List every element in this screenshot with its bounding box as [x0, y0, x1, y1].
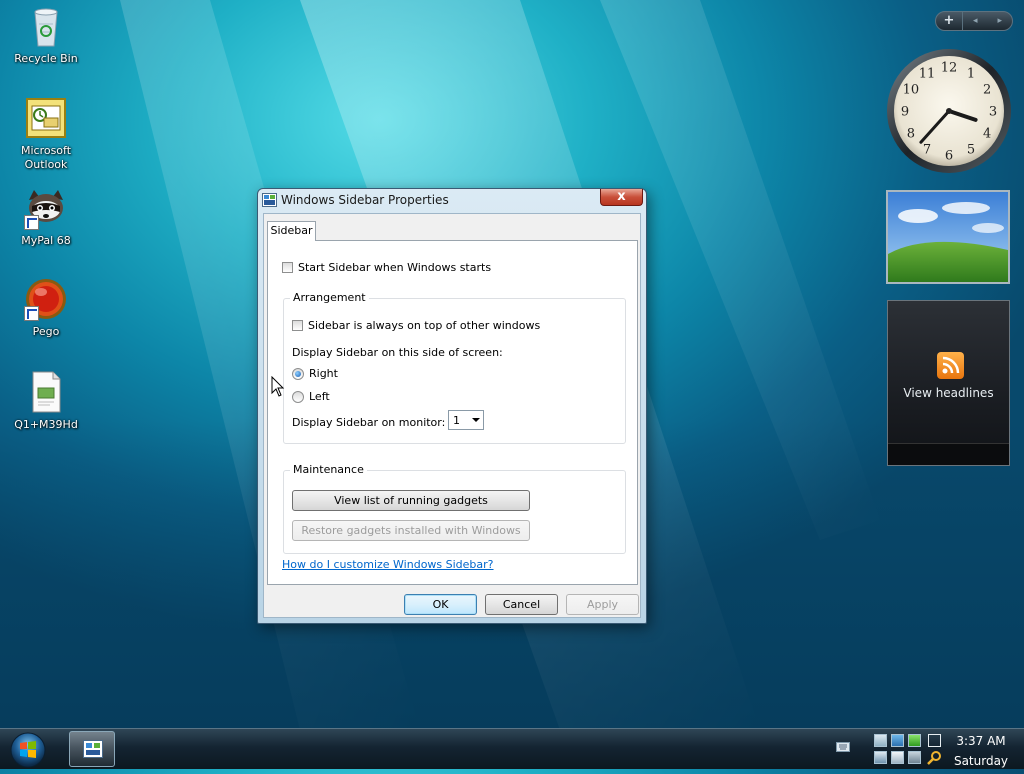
- arrangement-legend: Arrangement: [290, 291, 369, 304]
- maintenance-legend: Maintenance: [290, 463, 367, 476]
- apply-button[interactable]: Apply: [566, 594, 639, 615]
- pego-icon: [24, 277, 68, 321]
- feed-headlines-gadget[interactable]: View headlines: [887, 300, 1010, 466]
- monitor-select[interactable]: 1: [448, 410, 484, 430]
- dialog-titlebar[interactable]: Windows Sidebar Properties x: [258, 189, 646, 211]
- slideshow-gadget[interactable]: [886, 190, 1010, 284]
- monitor-label: Display Sidebar on monitor:: [292, 416, 446, 429]
- always-on-top-checkbox[interactable]: [292, 320, 303, 331]
- search-icon[interactable]: [927, 750, 942, 765]
- start-with-windows-checkbox[interactable]: [282, 262, 293, 273]
- desktop-icon-recycle-bin[interactable]: Recycle Bin: [5, 4, 87, 66]
- side-left-label: Left: [309, 390, 330, 403]
- previous-page-button[interactable]: ◂: [963, 16, 988, 26]
- always-on-top-label: Sidebar is always on top of other window…: [308, 319, 541, 332]
- side-left-option[interactable]: Left: [292, 390, 330, 403]
- desktop-icon-mypal[interactable]: MyPal 68: [5, 186, 87, 248]
- cancel-button[interactable]: Cancel: [485, 594, 558, 615]
- side-right-radio[interactable]: [292, 367, 304, 380]
- view-headlines-link[interactable]: View headlines: [888, 386, 1009, 400]
- security-check-icon[interactable]: [908, 734, 921, 747]
- clock-numeral: 11: [919, 66, 936, 81]
- maintenance-group: Maintenance View list of running gadgets…: [283, 463, 626, 554]
- side-of-screen-prompt: Display Sidebar on this side of screen:: [292, 346, 503, 359]
- document-icon: [24, 370, 68, 414]
- keyboard-icon[interactable]: [836, 742, 850, 752]
- desktop-icon-label: Recycle Bin: [14, 52, 78, 65]
- start-with-windows-label: Start Sidebar when Windows starts: [298, 261, 492, 274]
- add-gadget-button[interactable]: +: [936, 12, 963, 30]
- dialog-client-area: Sidebar Start Sidebar when Windows start…: [263, 213, 641, 618]
- notes-tray-icon[interactable]: [891, 751, 904, 764]
- shortcut-arrow-icon: [24, 215, 39, 230]
- clock-numeral: 5: [967, 143, 975, 158]
- clock-numeral: 3: [989, 105, 997, 120]
- sidebar-tray-icon[interactable]: [891, 734, 904, 747]
- chevron-down-icon: [472, 418, 480, 422]
- clock-numeral: 9: [901, 105, 909, 120]
- help-link[interactable]: How do I customize Windows Sidebar?: [282, 558, 494, 571]
- arrangement-group: Arrangement Sidebar is always on top of …: [283, 291, 626, 444]
- recycle-bin-icon: [24, 4, 68, 48]
- view-running-gadgets-button[interactable]: View list of running gadgets: [292, 490, 530, 511]
- mouse-cursor-icon: [271, 376, 285, 397]
- clock-numeral: 7: [923, 143, 931, 158]
- desktop-icon-label: Pego: [32, 325, 60, 338]
- mypal-icon: [24, 186, 68, 230]
- sidebar-app-icon: [83, 740, 103, 758]
- restore-gadgets-button[interactable]: Restore gadgets installed with Windows: [292, 520, 530, 541]
- desktop-icon-label: MyPal 68: [21, 234, 71, 247]
- side-right-label: Right: [309, 367, 338, 380]
- network-tray-icon[interactable]: [874, 734, 887, 747]
- monitor-select-value: 1: [453, 414, 460, 427]
- clock-numeral: 12: [941, 61, 958, 76]
- side-left-radio[interactable]: [292, 390, 304, 403]
- desktop-icon-label: Q1+M39Hd: [14, 418, 78, 431]
- outlook-icon: [24, 96, 68, 140]
- shortcut-arrow-icon: [24, 306, 39, 321]
- slideshow-picture: [888, 192, 1008, 282]
- start-button[interactable]: [8, 731, 48, 771]
- desktop-icon-outlook[interactable]: Microsoft Outlook: [5, 96, 87, 172]
- taskbar-clock[interactable]: 3:37 AM Saturday: [947, 731, 1015, 771]
- clock-numeral: 2: [983, 83, 991, 98]
- rss-feed-icon: [937, 352, 964, 379]
- sidebar-properties-dialog: Windows Sidebar Properties x Sidebar Sta…: [257, 188, 647, 624]
- document-tray-icon[interactable]: [874, 751, 887, 764]
- clock-numeral: 4: [983, 127, 991, 142]
- desktop-icon-document[interactable]: Q1+M39Hd: [5, 370, 87, 432]
- desktop-icon-label: Microsoft Outlook: [20, 144, 72, 171]
- next-page-button[interactable]: ▸: [988, 16, 1013, 26]
- always-on-top-option[interactable]: Sidebar is always on top of other window…: [292, 319, 540, 332]
- dialog-title: Windows Sidebar Properties: [281, 193, 449, 207]
- sidebar-gadget-controls: + ◂ ▸: [935, 11, 1013, 31]
- ok-button[interactable]: OK: [404, 594, 477, 615]
- desktop-icon-pego[interactable]: Pego: [5, 277, 87, 339]
- close-button[interactable]: x: [600, 189, 643, 206]
- clock-numeral: 10: [903, 83, 920, 98]
- tab-sidebar[interactable]: Sidebar: [267, 221, 316, 241]
- display-tray-icon[interactable]: [928, 734, 941, 747]
- clock-numeral: 1: [967, 66, 975, 81]
- clock-gadget[interactable]: 12 1 2 3 4 5 6 7 8 9 10 11: [886, 48, 1012, 174]
- sidebar-tab-panel: Start Sidebar when Windows starts Arrang…: [267, 240, 638, 585]
- taskbar-time: 3:37 AM: [956, 734, 1006, 748]
- sidebar-app-icon: [262, 193, 277, 207]
- taskbar-day: Saturday: [953, 754, 1009, 768]
- start-with-windows-option[interactable]: Start Sidebar when Windows starts: [282, 261, 491, 274]
- feed-footer: [888, 443, 1009, 465]
- ime-tray-icon[interactable]: [908, 751, 921, 764]
- clock-numeral: 8: [907, 127, 915, 142]
- taskbar: [0, 728, 1024, 769]
- taskbar-sidebar-properties-button[interactable]: [69, 731, 115, 767]
- clock-numeral: 6: [945, 149, 953, 164]
- windows-logo-icon: [10, 732, 46, 768]
- side-right-option[interactable]: Right: [292, 367, 338, 380]
